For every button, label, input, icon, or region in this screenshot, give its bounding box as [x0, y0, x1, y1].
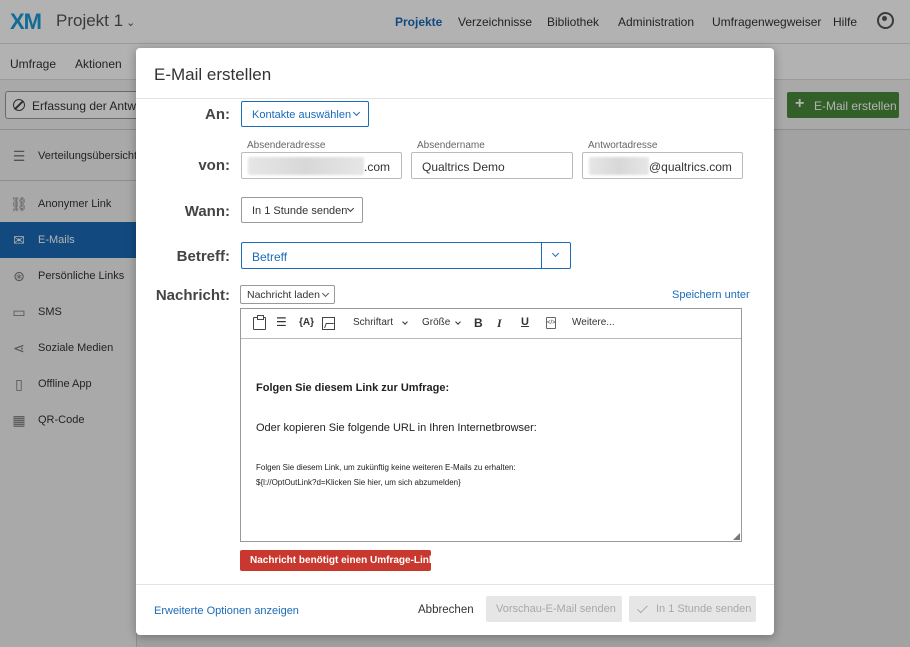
save-as-link[interactable]: Speichern unter	[672, 289, 750, 301]
select-contacts-label: Kontakte auswählen	[252, 109, 352, 121]
paste-icon[interactable]	[253, 315, 266, 330]
subject-value: Betreff	[252, 250, 288, 264]
dialog-divider	[136, 98, 774, 99]
check-icon	[637, 602, 648, 614]
piped-text-icon[interactable]: {A}	[299, 317, 314, 328]
subject-label: Betreff:	[176, 248, 230, 265]
message-heading: Folgen Sie diesem Link zur Umfrage:	[256, 382, 450, 394]
underline-button[interactable]: U	[521, 316, 529, 328]
redacted-address	[589, 157, 649, 175]
source-code-icon[interactable]: </>	[546, 317, 556, 329]
error-message: Nachricht benötigt einen Umfrage-Link	[250, 555, 435, 566]
send-time-dropdown[interactable]: In 1 Stunde senden	[241, 197, 363, 223]
chevron-down-icon	[402, 319, 408, 325]
schedule-send-button[interactable]: In 1 Stunde senden	[629, 596, 756, 622]
subject-dropdown-toggle[interactable]	[541, 243, 570, 268]
cancel-button[interactable]: Abbrechen	[418, 604, 474, 616]
dialog-footer-divider	[136, 584, 774, 585]
send-preview-button[interactable]: Vorschau-E-Mail senden	[486, 596, 622, 622]
error-badge: Nachricht benötigt einen Umfrage-Link	[240, 550, 435, 571]
italic-button[interactable]: I	[497, 316, 502, 331]
font-size-dropdown[interactable]: Größe	[422, 317, 450, 328]
message-label: Nachricht:	[155, 287, 230, 304]
sender-name-value: Qualtrics Demo	[422, 160, 505, 174]
redacted-address	[248, 157, 364, 175]
bullet-list-icon[interactable]	[276, 315, 289, 330]
sender-address-field[interactable]: .com	[241, 152, 402, 179]
message-url-line: Oder kopieren Sie folgende URL in Ihren …	[256, 422, 537, 434]
message-editor: {A} Schriftart Größe B I U </> Weitere..…	[240, 308, 742, 542]
reply-address-suffix: @qualtrics.com	[649, 160, 732, 174]
chevron-down-icon	[321, 289, 330, 298]
editor-toolbar: {A} Schriftart Größe B I U </> Weitere..…	[241, 309, 741, 339]
chevron-down-icon	[346, 204, 355, 213]
font-family-label: Schriftart	[353, 317, 394, 328]
select-contacts-button[interactable]: Kontakte auswählen	[241, 101, 369, 127]
advanced-options-link[interactable]: Erweiterte Optionen anzeigen	[154, 605, 299, 617]
font-size-label: Größe	[422, 317, 451, 328]
sender-name-field[interactable]: Qualtrics Demo	[411, 152, 573, 179]
insert-image-icon[interactable]	[322, 317, 335, 330]
subject-input[interactable]: Betreff	[241, 242, 571, 269]
chevron-down-icon	[455, 319, 461, 325]
sender-address-suffix: .com	[364, 160, 391, 174]
sender-name-caption: Absendername	[417, 140, 485, 151]
send-time-value: In 1 Stunde senden	[252, 205, 348, 217]
chevron-down-icon	[551, 249, 560, 258]
create-email-dialog: E-Mail erstellen An: Kontakte auswählen …	[136, 48, 774, 635]
optout-text: Folgen Sie diesem Link, um zukünftig kei…	[256, 463, 516, 472]
from-label: von:	[198, 157, 230, 174]
reply-address-field[interactable]: @qualtrics.com	[582, 152, 743, 179]
font-family-dropdown[interactable]: Schriftart	[353, 317, 393, 328]
load-message-label: Nachricht laden	[247, 289, 320, 301]
schedule-send-label: In 1 Stunde senden	[656, 603, 752, 615]
send-preview-label: Vorschau-E-Mail senden	[496, 603, 616, 615]
resize-handle[interactable]	[733, 533, 740, 540]
reply-address-caption: Antwortadresse	[588, 140, 658, 151]
bold-button[interactable]: B	[474, 316, 483, 330]
when-label: Wann:	[184, 203, 230, 220]
optout-link-code: ${l://OptOutLink?d=Klicken Sie hier, um …	[256, 478, 461, 487]
dialog-title: E-Mail erstellen	[154, 65, 272, 84]
sender-address-caption: Absenderadresse	[247, 140, 326, 151]
load-message-dropdown[interactable]: Nachricht laden	[240, 285, 335, 304]
chevron-down-icon	[352, 108, 361, 117]
more-options-button[interactable]: Weitere...	[572, 317, 615, 328]
to-label: An:	[205, 106, 230, 123]
